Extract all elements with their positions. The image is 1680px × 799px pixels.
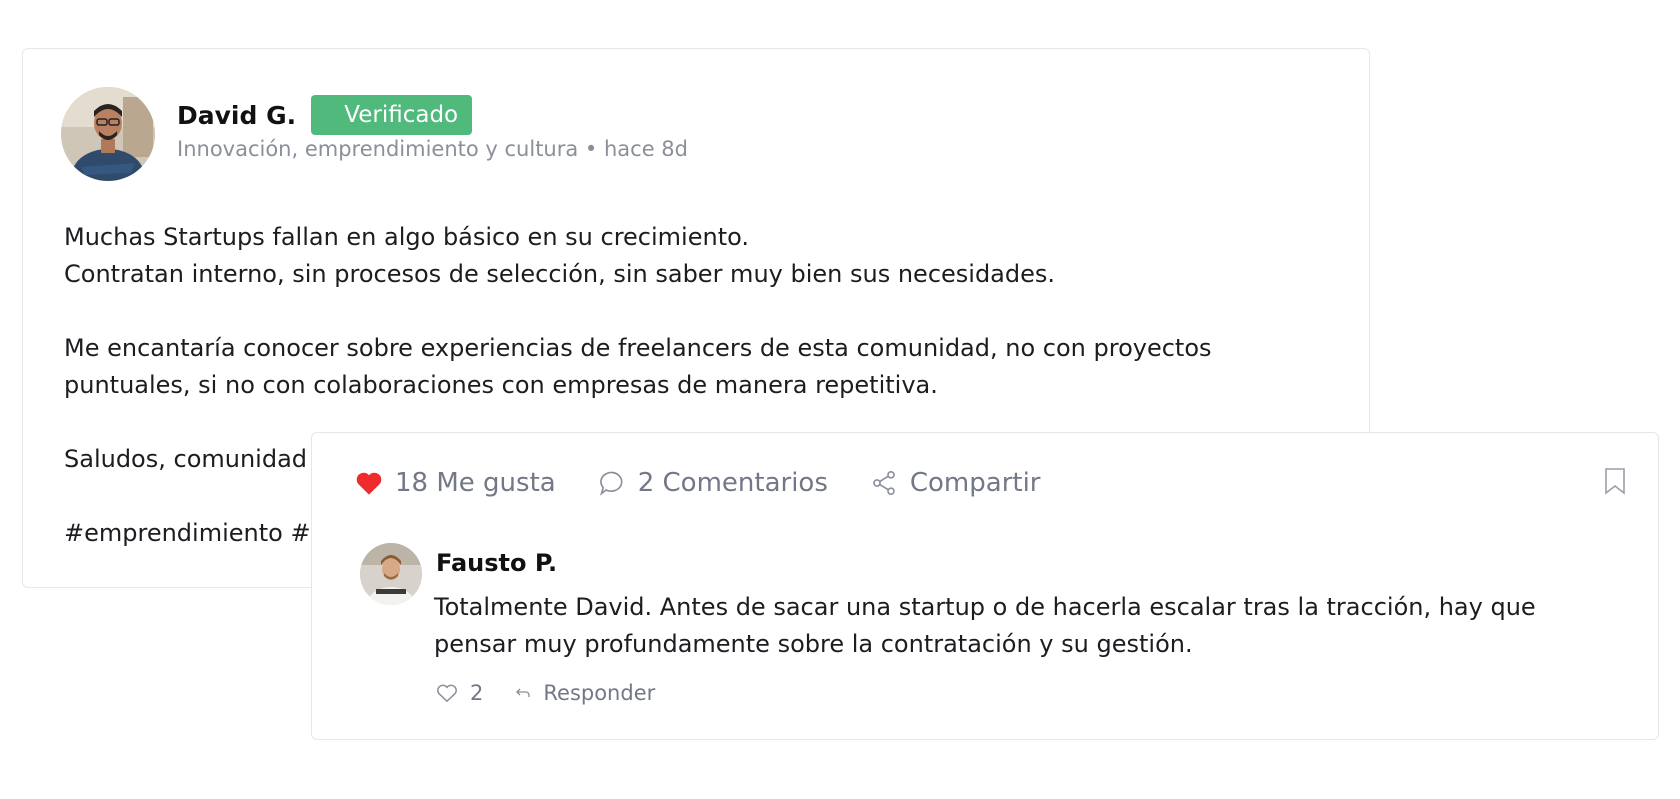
author-name[interactable]: David G. (177, 101, 296, 130)
comment-line: Totalmente David. Antes de sacar una sta… (434, 593, 1536, 621)
post-line: Contratan interno, sin procesos de selec… (64, 260, 1056, 288)
comment-actions: 2 Responder (436, 681, 687, 705)
post-line: Me encantaría conocer sobre experiencias… (64, 334, 1212, 362)
heart-outline-icon (437, 684, 457, 703)
like-count: 18 Me gusta (395, 468, 556, 498)
reply-button[interactable]: Responder (515, 681, 655, 705)
post-meta: Innovación, emprendimiento y cultura • h… (177, 137, 688, 161)
bookmark-button[interactable] (1604, 467, 1626, 499)
comment-like-button[interactable]: 2 (436, 681, 483, 705)
comment-line: pensar muy profundamente sobre la contra… (434, 630, 1193, 658)
reply-label: Responder (543, 681, 656, 705)
commenter-avatar[interactable] (360, 543, 422, 605)
commenter-name[interactable]: Fausto P. (436, 549, 557, 577)
share-label: Compartir (909, 468, 1041, 498)
share-icon (873, 470, 895, 496)
author-avatar[interactable] (61, 87, 155, 181)
share-button[interactable]: Compartir (870, 468, 1041, 498)
bookmark-icon (1605, 468, 1625, 495)
comment-like-count: 2 (470, 681, 484, 705)
like-button[interactable]: 18 Me gusta (355, 468, 556, 498)
comments-button[interactable]: 2 Comentarios (598, 468, 828, 498)
comment-card: 18 Me gusta 2 Comentarios Compartir Faus… (311, 432, 1659, 740)
heart-icon (356, 472, 382, 495)
verified-badge: Verificado (311, 95, 473, 135)
comment-icon (599, 471, 623, 496)
comment-text: Totalmente David. Antes de sacar una sta… (434, 589, 1634, 663)
post-line: Muchas Startups fallan en algo básico en… (64, 223, 749, 251)
post-actions: 18 Me gusta 2 Comentarios Compartir (355, 463, 1083, 503)
comment-count: 2 Comentarios (637, 468, 828, 498)
post-line: puntuales, si no con colaboraciones con … (64, 371, 938, 399)
reply-icon (516, 688, 531, 697)
